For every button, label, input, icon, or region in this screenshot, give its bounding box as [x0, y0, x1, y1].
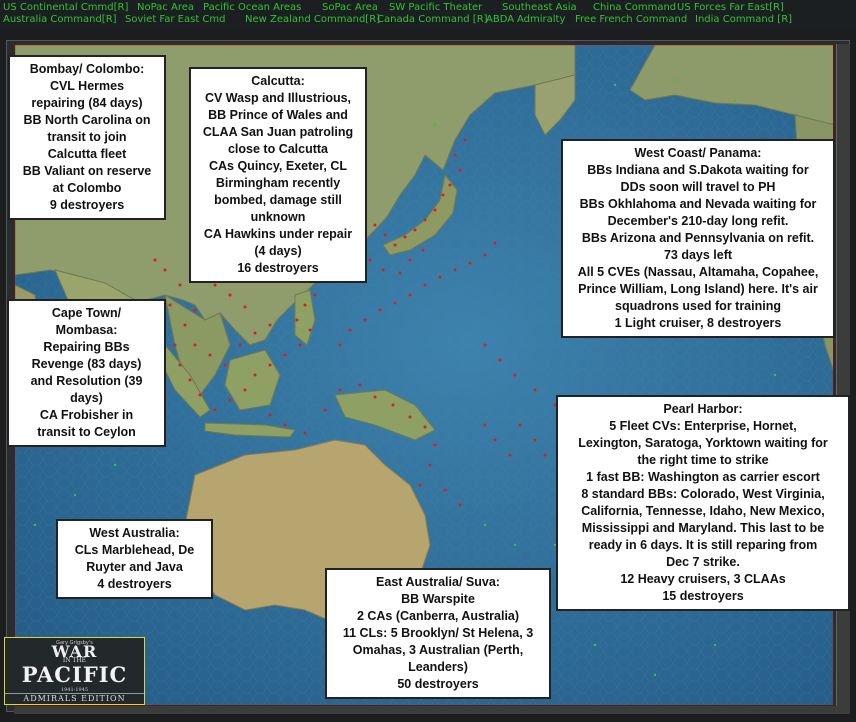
- note-line: the right time to strike: [637, 453, 769, 467]
- note-line: CLs Marblehead, De: [74, 543, 195, 557]
- note-title: Calcutta:: [251, 74, 305, 88]
- command-bar: US Continental Cmmd[R] NoPac Area Pacifi…: [0, 0, 856, 28]
- note-line: 5 Fleet CVs: Enterprise, Hornet,: [609, 419, 797, 433]
- note-title: Cape Town/: [51, 306, 122, 320]
- note-line: Ruyter and Java: [86, 560, 183, 574]
- note-line: squadrons used for training: [615, 299, 781, 313]
- note-line: CLAA San Juan patroling: [202, 125, 354, 139]
- note-line: 15 destroyers: [662, 589, 744, 603]
- note-line: Leanders): [408, 660, 468, 674]
- note-line: DDs soon will travel to PH: [620, 180, 776, 194]
- note-line: Calcutta fleet: [47, 147, 127, 161]
- note-line: CA Frobisher in: [39, 408, 134, 422]
- note-west-australia: West Australia: CLs Marblehead, De Ruyte…: [56, 519, 213, 599]
- note-line: Omahas, 3 Australian (Perth,: [352, 643, 524, 657]
- note-line: ready in 6 days. It is still reparing fr…: [588, 538, 818, 552]
- note-line: 4 destroyers: [97, 577, 172, 591]
- note-line: 11 CLs: 5 Brooklyn/ St Helena, 3: [342, 626, 534, 640]
- note-line: transit to Ceylon: [37, 425, 136, 439]
- note-line: 1 Light cruiser, 8 destroyers: [614, 316, 782, 330]
- command-australia[interactable]: Australia Command[R]: [3, 14, 117, 26]
- note-line: 50 destroyers: [397, 677, 479, 691]
- logo-edition: ADMIRALS EDITION: [5, 693, 144, 703]
- note-line: BBs Arizona and Pennsylvania on refit.: [581, 231, 815, 245]
- note-line: days): [70, 391, 103, 405]
- command-free-french[interactable]: Free French Command: [575, 14, 687, 26]
- note-line: BB Valiant on reserve: [22, 164, 152, 178]
- note-west-coast-panama: West Coast/ Panama: BBs Indiana and S.Da…: [561, 139, 835, 338]
- note-line: Dec 7 strike.: [666, 555, 740, 569]
- note-line: CA Hawkins under repair: [203, 227, 353, 241]
- command-us-continental[interactable]: US Continental Cmmd[R]: [3, 2, 128, 14]
- note-line: CVL Hermes: [49, 79, 125, 93]
- note-line: 16 destroyers: [237, 261, 319, 275]
- note-line: repairing (84 days): [31, 96, 143, 110]
- note-line: and Resolution (39: [30, 374, 143, 388]
- note-bombay-colombo: Bombay/ Colombo: CVL Hermes repairing (8…: [8, 55, 166, 220]
- note-line: Prince William, Long Island) here. It's …: [578, 282, 818, 296]
- note-line: 12 Heavy cruisers, 3 CLAAs: [620, 572, 786, 586]
- command-canada[interactable]: Canada Command [R]: [377, 14, 488, 26]
- note-line: Lexington, Saratoga, Yorktown waiting fo…: [578, 436, 828, 450]
- note-line: CV Wasp and Illustrious,: [204, 91, 352, 105]
- command-pacific-ocean-areas[interactable]: Pacific Ocean Areas: [203, 2, 301, 14]
- note-title: Bombay/ Colombo:: [29, 62, 145, 76]
- note-line: close to Calcutta: [227, 142, 329, 156]
- note-pearl-harbor: Pearl Harbor: 5 Fleet CVs: Enterprise, H…: [556, 395, 850, 611]
- note-line: All 5 CVEs (Nassau, Altamaha, Copahee,: [577, 265, 819, 279]
- note-line: California, Tennesse, Idaho, New Mexico,: [581, 504, 825, 518]
- note-line: CAs Quincy, Exeter, CL: [208, 159, 347, 173]
- note-line: 8 standard BBs: Colorado, West Virginia,: [581, 487, 825, 501]
- note-line: (4 days): [254, 244, 302, 258]
- note-line: BBs Okhlahoma and Nevada waiting for: [579, 197, 817, 211]
- command-india[interactable]: India Command [R]: [695, 14, 792, 26]
- command-southeast-asia[interactable]: Southeast Asia: [502, 2, 577, 14]
- note-line: 9 destroyers: [49, 198, 125, 212]
- note-cape-town-mombasa: Cape Town/ Mombasa: Repairing BBs Reveng…: [7, 299, 166, 447]
- note-title: Pearl Harbor:: [663, 402, 743, 416]
- command-admiralty[interactable]: Admiralty: [517, 14, 565, 26]
- note-line: Birmingham recently: [215, 176, 341, 190]
- note-line: Mississippi and Maryland. This last to b…: [581, 521, 825, 535]
- note-title: East Australia/ Suva:: [376, 575, 500, 589]
- command-abda[interactable]: ABDA: [486, 14, 514, 26]
- command-sopac[interactable]: SoPac Area: [322, 2, 378, 14]
- note-east-australia-suva: East Australia/ Suva: BB Warspite 2 CAs …: [325, 568, 551, 699]
- command-nopac[interactable]: NoPac Area: [137, 2, 194, 14]
- game-logo: Gary Grigsby's WAR IN THE PACIFIC 1941-1…: [4, 637, 145, 705]
- note-line: BB North Carolina on: [23, 113, 151, 127]
- note-calcutta: Calcutta: CV Wasp and Illustrious, BB Pr…: [189, 67, 367, 283]
- note-line: 1 fast BB: Washington as carrier escort: [586, 470, 820, 484]
- note-line: BBs Indiana and S.Dakota waiting for: [587, 163, 809, 177]
- command-china[interactable]: China Command: [593, 2, 676, 14]
- note-line: 73 days left: [663, 248, 733, 262]
- note-line: December's 210-day long refit.: [607, 214, 789, 228]
- command-new-zealand[interactable]: New Zealand Command[R]: [245, 14, 380, 26]
- note-line: 2 CAs (Canberra, Australia): [356, 609, 520, 623]
- command-sw-pacific[interactable]: SW Pacific Theater: [389, 2, 482, 14]
- logo-pacific: PACIFIC: [21, 662, 128, 687]
- note-title: West Coast/ Panama:: [634, 146, 762, 160]
- note-line: BB Prince of Wales and: [208, 108, 348, 122]
- note-line: bombed, damage still: [214, 193, 342, 207]
- note-line: Revenge (83 days): [31, 357, 142, 371]
- note-title: West Australia:: [89, 526, 180, 540]
- note-line: unknown: [250, 210, 306, 224]
- command-soviet-far-east[interactable]: Soviet Far East Cmd: [125, 14, 226, 26]
- map-horizontal-scrollbar[interactable]: [14, 706, 850, 714]
- note-line: Mombasa:: [55, 323, 118, 337]
- note-line: at Colombo: [52, 181, 122, 195]
- note-line: transit to join: [47, 130, 127, 144]
- note-line: Repairing BBs: [43, 340, 130, 354]
- note-line: BB Warspite: [401, 592, 475, 606]
- command-us-forces-far-east[interactable]: US Forces Far East[R]: [677, 2, 784, 14]
